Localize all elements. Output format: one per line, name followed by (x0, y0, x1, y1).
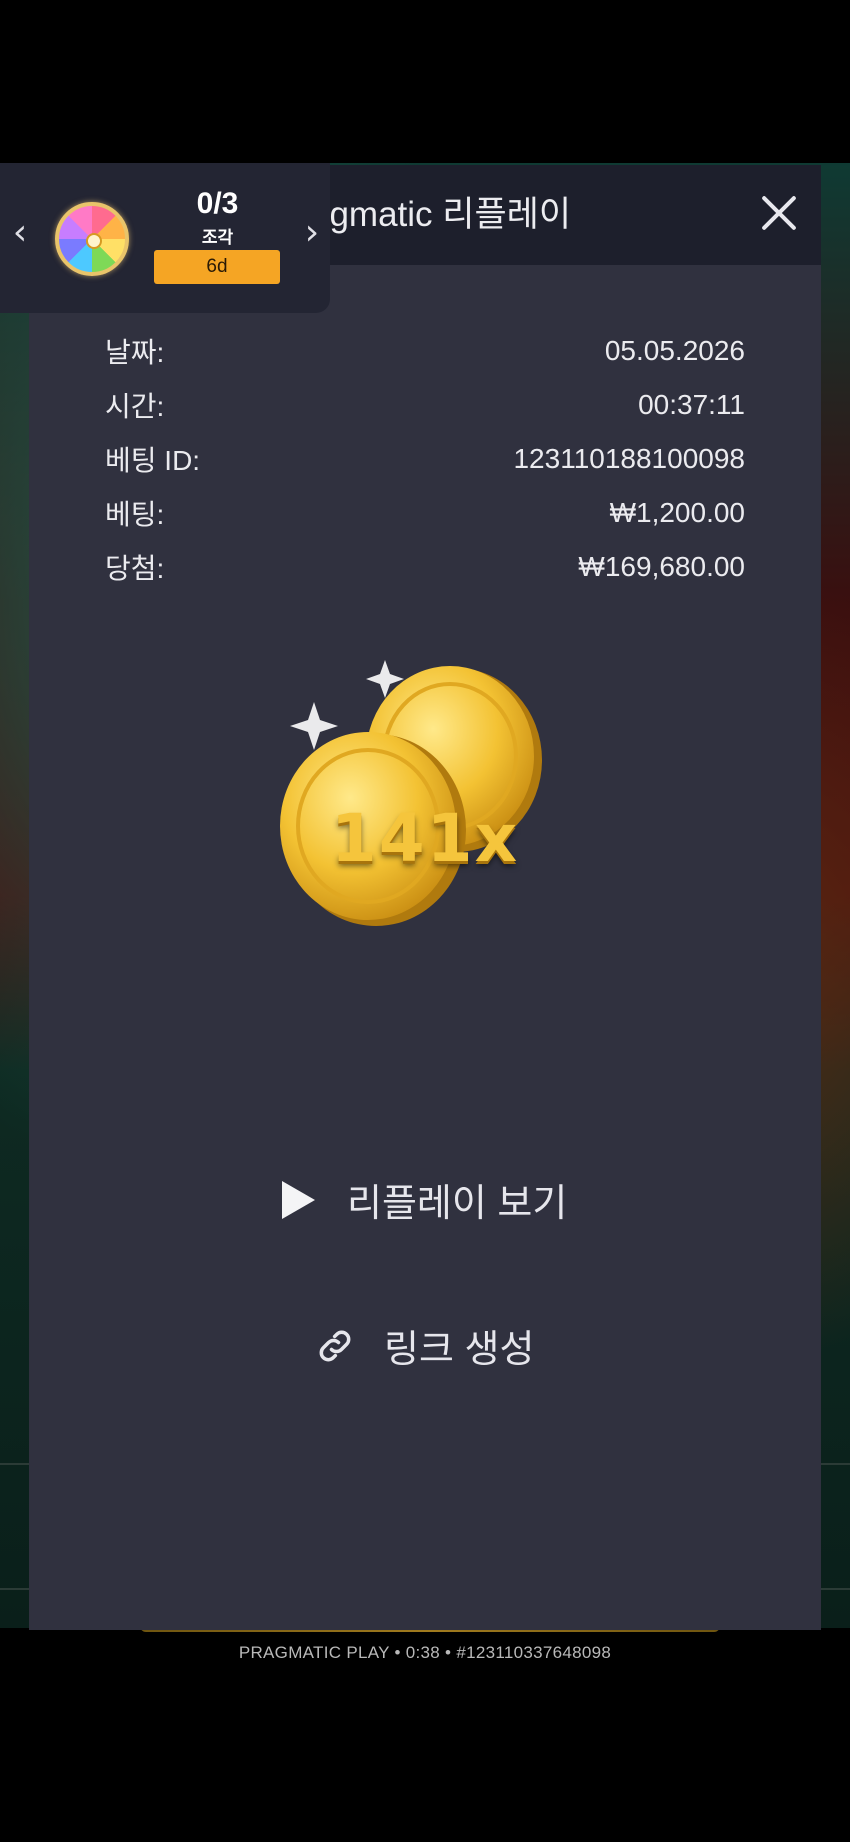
info-row-win: 당첨: ₩169,680.00 (105, 545, 745, 589)
game-footer-info: PRAGMATIC PLAY • 0:38 • #123110337648098 (238, 1643, 612, 1662)
prize-wheel-icon (55, 202, 129, 276)
win-multiplier: 141x (330, 800, 520, 877)
info-value: 00:37:11 (638, 389, 745, 420)
close-icon[interactable] (751, 185, 807, 241)
play-icon (282, 1180, 315, 1219)
create-link-label: 링크 생성 (384, 1329, 535, 1371)
wheel-hub (86, 233, 102, 249)
widget-timer-badge: 6d (154, 250, 280, 284)
info-label: 시간: (105, 391, 165, 422)
widget-count: 0/3 (196, 187, 239, 220)
info-label: 베팅: (105, 499, 165, 530)
link-icon (319, 1330, 351, 1361)
info-value: 123110188100098 (513, 443, 745, 474)
info-label: 날짜: (105, 337, 165, 368)
prize-drop-widget[interactable]: ‹ 0/3 조각 6d › (0, 163, 330, 313)
info-row-bet-id: 베팅 ID: 123110188100098 (105, 437, 745, 481)
info-value: ₩1,200.00 (609, 497, 745, 528)
chevron-right-icon[interactable]: › (300, 213, 324, 253)
watch-replay-label: 리플레이 보기 (347, 1183, 568, 1225)
create-link-button[interactable]: 링크 생성 (314, 1318, 534, 1373)
watch-replay-button[interactable]: 리플레이 보기 (282, 1172, 567, 1227)
chevron-left-icon[interactable]: ‹ (8, 213, 32, 253)
widget-unit: 조각 (201, 228, 234, 247)
info-row-date: 날짜: 05.05.2026 (105, 329, 745, 373)
info-label: 당첨: (105, 553, 165, 584)
info-value: 05.05.2026 (604, 335, 745, 366)
info-label: 베팅 ID: (105, 445, 201, 476)
info-row-bet: 베팅: ₩1,200.00 (105, 491, 745, 535)
info-value: ₩169,680.00 (578, 551, 745, 582)
info-row-time: 시간: 00:37:11 (105, 383, 745, 427)
